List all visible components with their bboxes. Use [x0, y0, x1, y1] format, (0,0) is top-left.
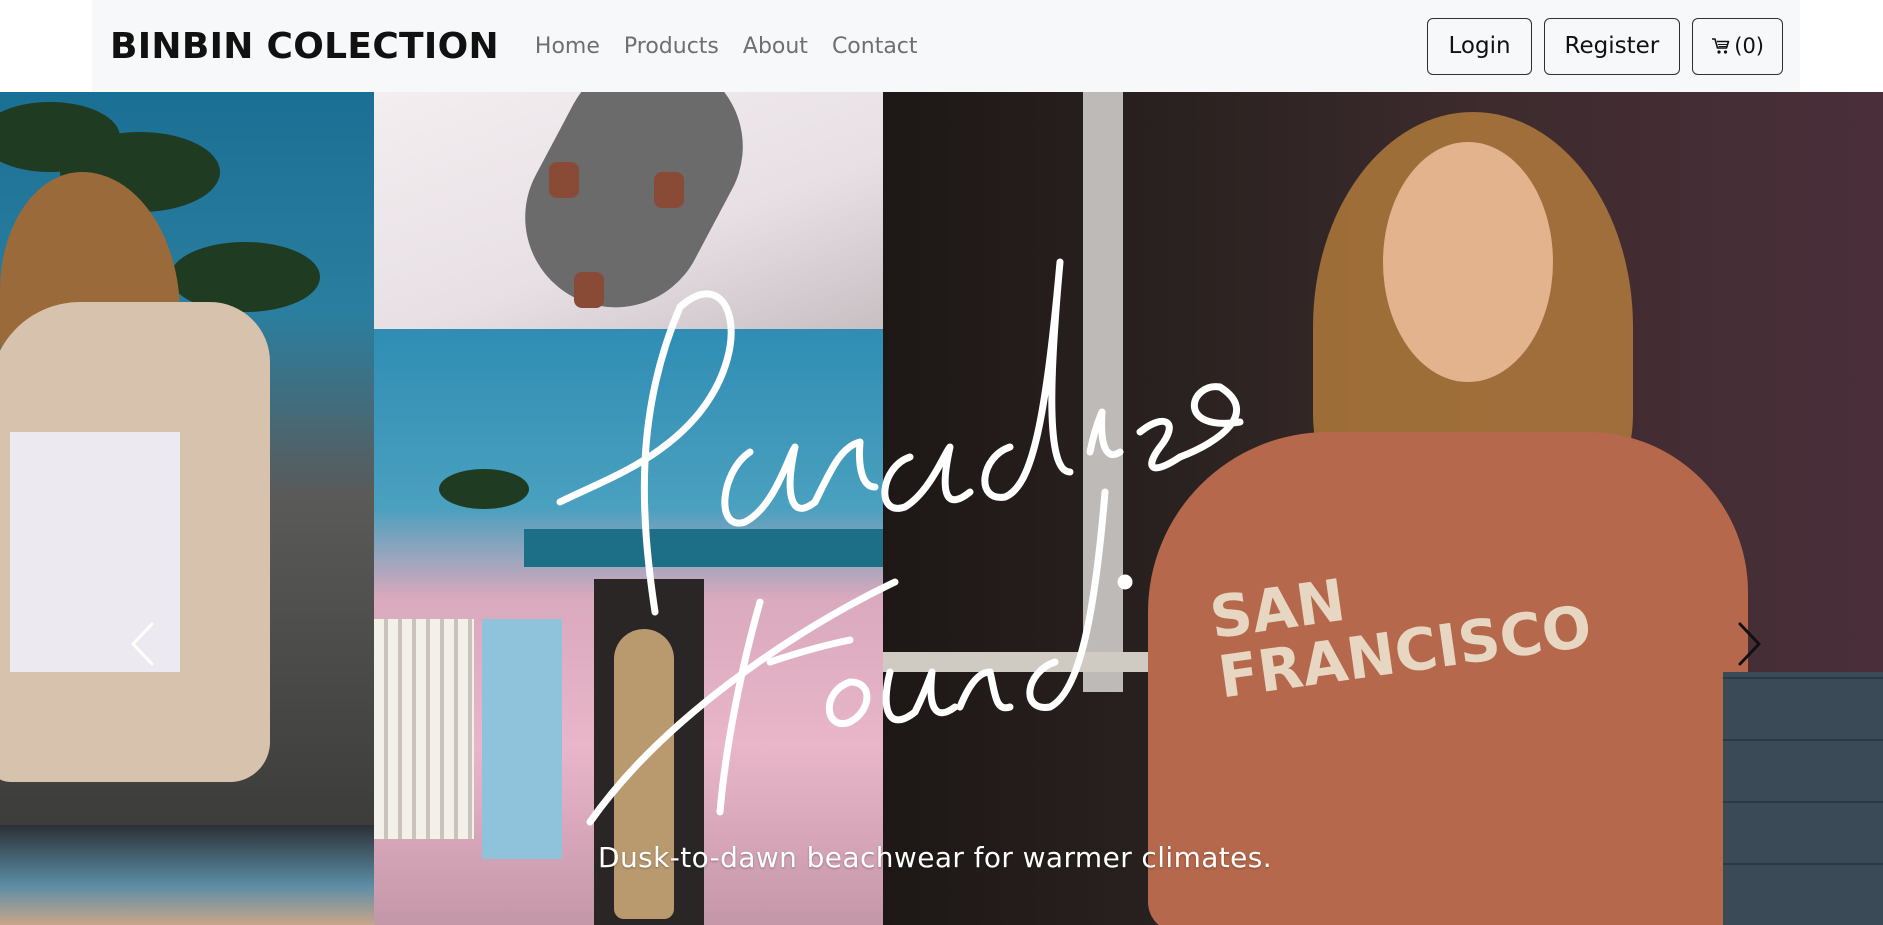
wheel — [654, 172, 684, 208]
nav-link-contact[interactable]: Contact — [832, 34, 918, 59]
chevron-left-icon — [131, 622, 154, 666]
nav-links: Home Products About Contact — [535, 34, 918, 59]
hero-tagline: Dusk-to-dawn beachwear for warmer climat… — [598, 841, 1273, 874]
cart-count: (0) — [1734, 34, 1764, 58]
nav-link-products[interactable]: Products — [624, 34, 719, 59]
cart-button[interactable]: (0) — [1692, 17, 1783, 75]
palm-tree — [439, 469, 529, 509]
carousel-next-button[interactable] — [1726, 612, 1774, 676]
login-button[interactable]: Login — [1427, 17, 1532, 75]
nav-actions: Login Register (0) — [1427, 17, 1783, 75]
face — [1383, 142, 1553, 382]
chevron-right-icon — [1738, 622, 1761, 666]
nav-link-home[interactable]: Home — [535, 34, 600, 59]
register-button[interactable]: Register — [1543, 17, 1681, 75]
woman-in-hoodie-image — [0, 92, 374, 825]
house-window — [374, 619, 474, 839]
carousel-prev-button[interactable] — [118, 612, 166, 676]
navbar: BINBIN COLECTION Home Products About Con… — [92, 0, 1800, 92]
wall-tiles — [1723, 672, 1883, 925]
headline-script-logo — [556, 258, 1244, 826]
nav-link-about[interactable]: About — [743, 34, 808, 59]
brand-logo[interactable]: BINBIN COLECTION — [110, 26, 499, 67]
car-portrait-image — [0, 825, 374, 925]
cart-icon — [1711, 37, 1731, 55]
wheel — [549, 162, 579, 198]
hero-carousel: SAN FRANCISCO Dusk-to-dawn beachwear for… — [0, 92, 1883, 925]
